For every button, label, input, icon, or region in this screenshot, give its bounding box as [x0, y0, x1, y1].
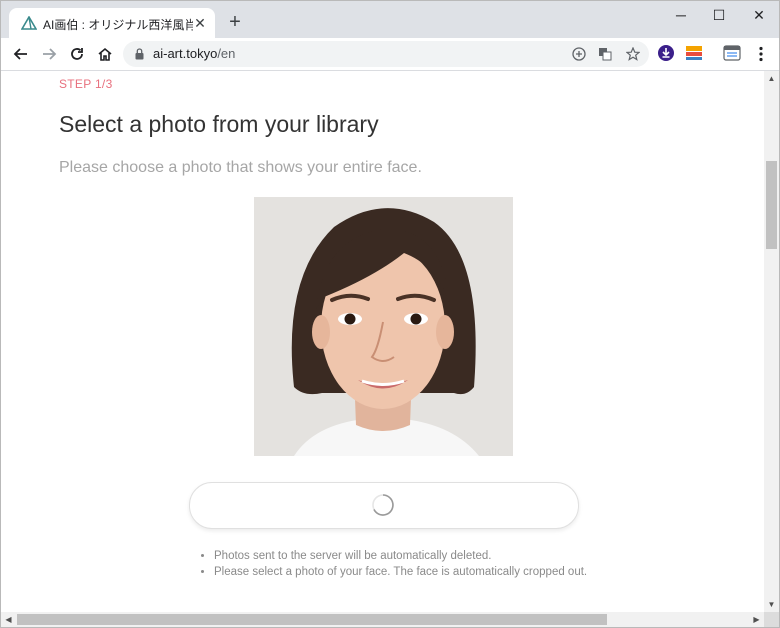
translate-icon[interactable]	[595, 44, 615, 64]
scroll-down-icon[interactable]: ▼	[764, 597, 779, 612]
loading-spinner-icon	[372, 494, 394, 516]
browser-tab[interactable]: AI画伯 : オリジナル西洋風肖像画 ✕	[9, 8, 215, 38]
menu-icon[interactable]	[749, 42, 773, 66]
tab-strip: AI画伯 : オリジナル西洋風肖像画 ✕ + ─ ☐ ✕	[1, 1, 779, 38]
page-subtitle: Please choose a photo that shows your en…	[59, 159, 422, 176]
maximize-icon[interactable]: ☐	[697, 1, 741, 31]
notes-list: Photos sent to the server will be automa…	[198, 548, 594, 580]
vertical-scrollbar[interactable]: ▲ ▼	[764, 71, 779, 612]
horizontal-scroll-thumb[interactable]	[17, 614, 607, 625]
url-text: ai-art.tokyo/en	[153, 46, 235, 61]
forward-icon[interactable]	[37, 42, 61, 66]
tab-title: AI画伯 : オリジナル西洋風肖像画	[43, 18, 193, 32]
url-host: ai-art.tokyo	[153, 46, 218, 61]
close-window-icon[interactable]: ✕	[737, 1, 779, 31]
horizontal-scrollbar[interactable]: ◀ ▶	[1, 612, 764, 627]
reload-icon[interactable]	[65, 42, 89, 66]
star-icon[interactable]	[623, 44, 643, 64]
scroll-left-icon[interactable]: ◀	[1, 612, 16, 627]
url-path: /en	[217, 46, 236, 61]
page-viewport: STEP 1/3 Select a photo from your librar…	[1, 71, 764, 612]
smart-extension-icon[interactable]	[685, 44, 703, 62]
add-icon[interactable]	[569, 44, 589, 64]
back-icon[interactable]	[9, 42, 33, 66]
scroll-right-icon[interactable]: ▶	[749, 612, 764, 627]
calendar-extension-icon[interactable]	[723, 44, 741, 62]
photo-upload-button[interactable]	[189, 482, 579, 529]
note-item: Please select a photo of your face. The …	[214, 564, 594, 580]
new-tab-button[interactable]: +	[225, 12, 245, 32]
note-item: Photos sent to the server will be automa…	[214, 548, 594, 564]
step-label: STEP 1/3	[59, 77, 113, 91]
address-bar[interactable]: ai-art.tokyo/en	[123, 41, 649, 67]
lock-icon	[135, 48, 144, 60]
tab-close-icon[interactable]: ✕	[191, 14, 209, 32]
scrollbar-corner	[764, 612, 779, 627]
scroll-up-icon[interactable]: ▲	[764, 71, 779, 86]
download-extension-icon[interactable]	[657, 44, 675, 62]
browser-toolbar: ai-art.tokyo/en	[1, 38, 779, 71]
vertical-scroll-thumb[interactable]	[766, 161, 777, 249]
page-title: Select a photo from your library	[59, 111, 379, 137]
site-favicon-icon	[21, 16, 37, 30]
home-icon[interactable]	[93, 42, 117, 66]
browser-window: AI画伯 : オリジナル西洋風肖像画 ✕ + ─ ☐ ✕ ai-art.toky…	[0, 0, 780, 628]
sample-face-photo	[254, 197, 513, 456]
